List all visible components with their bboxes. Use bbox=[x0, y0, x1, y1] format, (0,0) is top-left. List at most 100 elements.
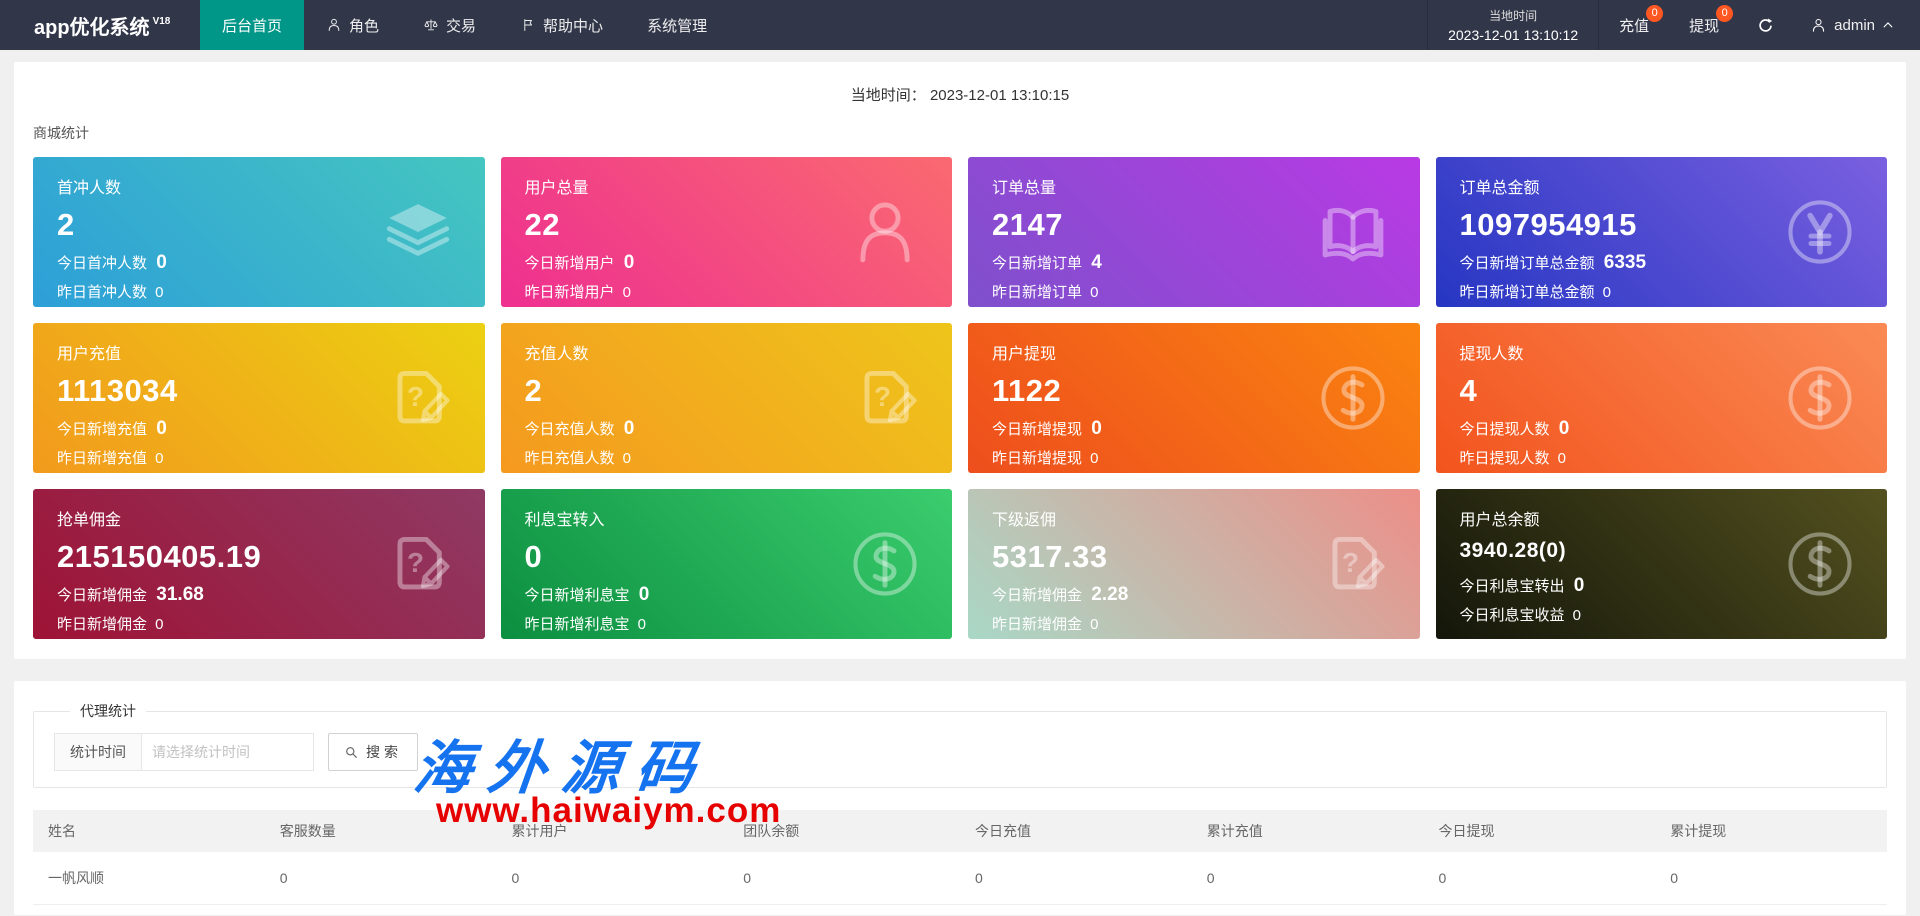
card-today-label: 今日新增用户 bbox=[524, 255, 615, 272]
column-header: 客服数量 bbox=[279, 823, 336, 839]
card-today-label: 今日新增佣金 bbox=[57, 587, 148, 604]
dollar-circle-icon bbox=[844, 523, 926, 605]
card-yesterday-line: 昨日新增用户 0 bbox=[525, 281, 929, 302]
user-menu[interactable]: admin bbox=[1792, 0, 1920, 50]
column-header: 累计充值 bbox=[1206, 823, 1263, 839]
table-cell: 0 bbox=[1655, 852, 1887, 905]
card-today-label: 今日充值人数 bbox=[524, 421, 615, 438]
page-local-time-value: 2023-12-01 13:10:15 bbox=[929, 87, 1070, 104]
top-navbar: app优化系统 V18 后台首页 角色 交易 帮助中心 系统管理 当地时间 2023-12… bbox=[0, 0, 1920, 50]
nav-item-role[interactable]: 角色 bbox=[304, 0, 401, 50]
flag-icon bbox=[520, 17, 536, 33]
agent-panel: 代理统计 统计时间 搜索 姓名 客服数量 累计用户 团队余额 今日充值 累计充值 今日提现 累… bbox=[14, 681, 1906, 915]
recharge-button[interactable]: 充值 0 bbox=[1599, 0, 1669, 50]
card-yesterday-label: 昨日新增佣金 bbox=[992, 616, 1083, 633]
card-yesterday-value: 0 bbox=[1086, 284, 1099, 301]
card-yesterday-label: 昨日新增订单 bbox=[992, 284, 1083, 301]
card-today-label: 今日新增订单 bbox=[992, 255, 1083, 272]
card-yesterday-value: 0 bbox=[618, 284, 632, 301]
column-header: 姓名 bbox=[48, 823, 76, 839]
card-yesterday-value: 0 bbox=[151, 616, 164, 633]
nav-item-home[interactable]: 后台首页 bbox=[200, 0, 305, 50]
nav-item-label: 交易 bbox=[446, 17, 477, 35]
stat-card-7: 提现人数 4 今日提现人数 0 昨日提现人数 0 bbox=[1435, 323, 1887, 473]
svg-text:?: ? bbox=[1342, 547, 1359, 578]
user-icon bbox=[1810, 17, 1827, 34]
card-yesterday-label: 昨日新增利息宝 bbox=[524, 616, 630, 633]
stat-card-8: 抢单佣金 215150405.19 今日新增佣金 31.68 昨日新增佣金 0 … bbox=[33, 489, 485, 639]
card-today-value: 31.68 bbox=[151, 584, 204, 605]
card-yesterday-value: 0 bbox=[151, 284, 164, 301]
nav-item-label: 后台首页 bbox=[222, 17, 283, 35]
card-yesterday-value: 0 bbox=[1553, 450, 1567, 467]
card-yesterday-value: 0 bbox=[1086, 450, 1099, 467]
local-time-label: 当地时间 bbox=[1489, 9, 1538, 23]
nav-item-trade[interactable]: 交易 bbox=[401, 0, 498, 50]
doc-edit-icon: ? bbox=[844, 357, 926, 439]
stat-card-2: 订单总量 2147 今日新增订单 4 昨日新增订单 0 bbox=[968, 157, 1420, 307]
nav-item-system[interactable]: 系统管理 bbox=[625, 0, 729, 50]
card-yesterday-label: 今日利息宝收益 bbox=[1459, 607, 1565, 624]
svg-text:?: ? bbox=[407, 381, 424, 412]
app-version: V18 bbox=[152, 15, 171, 27]
table-cell: 0 bbox=[1423, 852, 1656, 905]
recharge-badge: 0 bbox=[1646, 5, 1664, 22]
stat-card-10: 下级返佣 5317.33 今日新增佣金 2.28 昨日新增佣金 0 ? bbox=[968, 489, 1420, 639]
table-cell: 0 bbox=[960, 852, 1192, 905]
time-filter-label: 统计时间 bbox=[54, 733, 142, 771]
card-yesterday-line: 昨日充值人数 0 bbox=[525, 447, 929, 468]
card-today-value: 2.28 bbox=[1086, 584, 1129, 605]
card-today-label: 今日提现人数 bbox=[1459, 421, 1550, 438]
book-icon bbox=[1312, 191, 1394, 273]
card-today-value: 0 bbox=[633, 584, 650, 605]
agent-table-header-row: 姓名 客服数量 累计用户 团队余额 今日充值 累计充值 今日提现 累计提现 bbox=[33, 810, 1887, 852]
card-today-value: 4 bbox=[1086, 252, 1102, 273]
card-yesterday-value: 0 bbox=[1598, 284, 1612, 301]
search-button[interactable]: 搜索 bbox=[328, 733, 418, 771]
nav-item-help[interactable]: 帮助中心 bbox=[498, 0, 625, 50]
column-header: 累计提现 bbox=[1670, 823, 1727, 839]
svg-text:?: ? bbox=[407, 547, 424, 578]
local-time-block: 当地时间 2023-12-01 13:10:12 bbox=[1427, 0, 1600, 50]
chevron-up-icon bbox=[1882, 19, 1894, 31]
stats-panel: 当地时间： 2023-12-01 13:10:15 商城统计 首冲人数 2 今日… bbox=[14, 62, 1906, 659]
card-yesterday-label: 昨日提现人数 bbox=[1459, 450, 1550, 467]
card-yesterday-line: 昨日新增佣金 0 bbox=[992, 613, 1396, 634]
doc-edit-icon: ? bbox=[377, 357, 459, 439]
card-today-value: 0 bbox=[618, 252, 635, 273]
stat-card-0: 首冲人数 2 今日首冲人数 0 昨日首冲人数 0 bbox=[33, 157, 485, 307]
agent-table-body: 一帆风顺 0 0 0 0 0 0 0 bbox=[33, 852, 1887, 905]
card-today-label: 今日利息宝转出 bbox=[1459, 578, 1565, 595]
card-yesterday-label: 昨日新增充值 bbox=[57, 450, 148, 467]
dollar-circle-icon bbox=[1779, 357, 1861, 439]
card-yesterday-line: 今日利息宝收益 0 bbox=[1460, 604, 1864, 625]
refresh-button[interactable] bbox=[1739, 0, 1792, 50]
card-today-value: 0 bbox=[1568, 575, 1585, 596]
card-yesterday-value: 0 bbox=[151, 450, 164, 467]
stat-card-11: 用户总余额 3940.28(0) 今日利息宝转出 0 今日利息宝收益 0 bbox=[1435, 489, 1887, 639]
card-yesterday-label: 昨日新增佣金 bbox=[57, 616, 148, 633]
card-yesterday-value: 0 bbox=[1086, 616, 1099, 633]
card-yesterday-value: 0 bbox=[633, 616, 647, 633]
card-yesterday-label: 昨日首冲人数 bbox=[57, 284, 148, 301]
stat-card-3: 订单总金额 1097954915 今日新增订单总金额 6335 昨日新增订单总金… bbox=[1435, 157, 1887, 307]
card-yesterday-line: 昨日新增订单 0 bbox=[992, 281, 1396, 302]
user-icon bbox=[326, 17, 342, 33]
card-today-value: 0 bbox=[151, 252, 167, 273]
refresh-icon bbox=[1757, 17, 1774, 34]
withdraw-button[interactable]: 提现 0 bbox=[1669, 0, 1739, 50]
app-logo: app优化系统 V18 bbox=[0, 0, 200, 50]
card-yesterday-line: 昨日新增提现 0 bbox=[992, 447, 1396, 468]
column-header: 累计用户 bbox=[511, 823, 568, 839]
card-today-label: 今日新增利息宝 bbox=[524, 587, 630, 604]
time-filter-input[interactable] bbox=[142, 733, 314, 771]
stat-card-6: 用户提现 1122 今日新增提现 0 昨日新增提现 0 bbox=[968, 323, 1420, 473]
dollar-circle-icon bbox=[1779, 523, 1861, 605]
card-today-value: 0 bbox=[151, 418, 167, 439]
card-today-value: 0 bbox=[618, 418, 635, 439]
withdraw-badge: 0 bbox=[1716, 5, 1734, 22]
nav-menu: 后台首页 角色 交易 帮助中心 系统管理 bbox=[200, 0, 729, 50]
withdraw-label: 提现 bbox=[1689, 17, 1720, 35]
agent-legend: 代理统计 bbox=[80, 703, 136, 719]
agent-fieldset: 代理统计 统计时间 搜索 bbox=[33, 701, 1887, 788]
